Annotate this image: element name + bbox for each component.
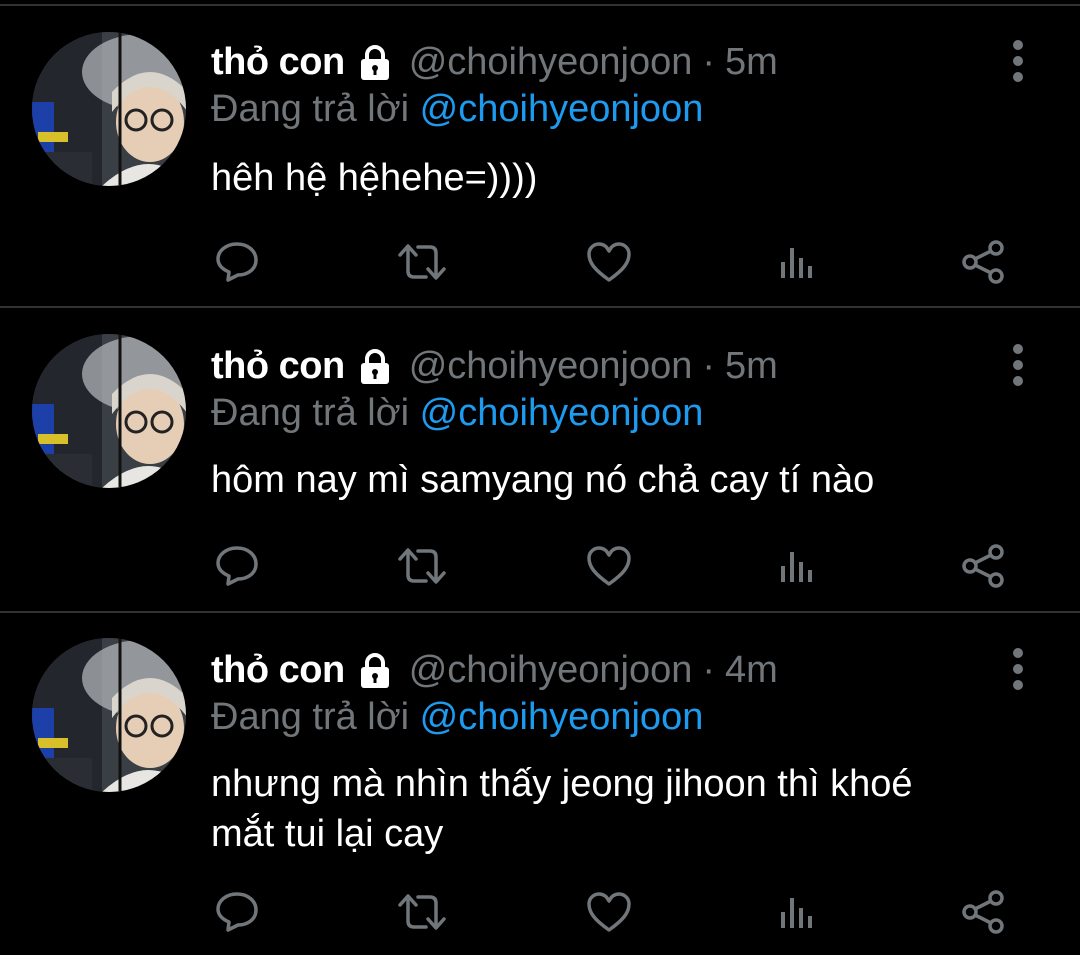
replying-prefix: Đang trả lời: [211, 392, 410, 434]
retweet-button[interactable]: [396, 236, 448, 288]
replying-to: Đang trả lời @choihyeonjoon: [211, 392, 703, 435]
separator-dot: ·: [702, 344, 716, 387]
views-button[interactable]: [771, 540, 823, 592]
more-vertical-icon[interactable]: [1004, 340, 1032, 390]
like-button[interactable]: [583, 236, 635, 288]
replying-prefix: Đang trả lời: [211, 696, 410, 738]
tweet-header: thỏ con @choihyeonjoon · 5m: [211, 36, 778, 88]
heart-icon: [587, 892, 631, 932]
lock-icon: [355, 42, 395, 82]
tweet[interactable]: thỏ con @choihyeonjoon · 5m Đang trả lời…: [0, 310, 1080, 613]
tweet-text: hêh hệ hệhehe=)))): [211, 157, 538, 199]
views-button[interactable]: [771, 886, 823, 938]
reply-icon: [216, 242, 258, 282]
top-divider: [0, 4, 1080, 6]
lock-icon: [355, 346, 395, 386]
reply-icon: [216, 546, 258, 586]
timestamp[interactable]: 4m: [725, 649, 778, 692]
separator-dot: ·: [702, 648, 716, 691]
heart-icon: [587, 242, 631, 282]
tweet-divider: [0, 611, 1080, 613]
reply-button[interactable]: [211, 236, 263, 288]
avatar[interactable]: [32, 32, 186, 186]
reply-icon: [216, 892, 258, 932]
views-button[interactable]: [771, 236, 823, 288]
heart-icon: [587, 546, 631, 586]
share-button[interactable]: [957, 886, 1009, 938]
avatar[interactable]: [32, 334, 186, 488]
like-button[interactable]: [583, 540, 635, 592]
share-icon: [962, 890, 1004, 934]
display-name[interactable]: thỏ con: [211, 649, 345, 692]
retweet-icon: [398, 548, 446, 584]
tweet-text: hôm nay mì samyang nó chả cay tí nào: [211, 459, 875, 501]
replying-mention[interactable]: @choihyeonjoon: [420, 696, 704, 738]
tweet[interactable]: thỏ con @choihyeonjoon · 5m Đang trả lời…: [0, 8, 1080, 308]
tweet-header: thỏ con @choihyeonjoon · 5m: [211, 340, 778, 392]
share-button[interactable]: [957, 236, 1009, 288]
reply-button[interactable]: [211, 540, 263, 592]
share-icon: [962, 544, 1004, 588]
handle[interactable]: @choihyeonjoon: [409, 41, 693, 84]
more-vertical-icon[interactable]: [1004, 644, 1032, 694]
views-icon: [781, 552, 812, 582]
reply-button[interactable]: [211, 886, 263, 938]
timestamp[interactable]: 5m: [725, 345, 778, 388]
share-button[interactable]: [957, 540, 1009, 592]
more-vertical-icon[interactable]: [1004, 36, 1032, 86]
tweet-divider: [0, 306, 1080, 308]
retweet-icon: [398, 894, 446, 930]
display-name[interactable]: thỏ con: [211, 41, 345, 84]
views-icon: [781, 248, 812, 278]
views-icon: [781, 898, 812, 928]
tweet-actions: [211, 540, 1011, 592]
like-button[interactable]: [583, 886, 635, 938]
separator-dot: ·: [702, 40, 716, 83]
tweet-actions: [211, 886, 1011, 938]
handle[interactable]: @choihyeonjoon: [409, 649, 693, 692]
timestamp[interactable]: 5m: [725, 41, 778, 84]
tweet[interactable]: thỏ con @choihyeonjoon · 4m Đang trả lời…: [0, 614, 1080, 955]
replying-to: Đang trả lời @choihyeonjoon: [211, 88, 703, 131]
retweet-button[interactable]: [396, 886, 448, 938]
share-icon: [962, 240, 1004, 284]
tweet-header: thỏ con @choihyeonjoon · 4m: [211, 644, 778, 696]
replying-prefix: Đang trả lời: [211, 88, 410, 130]
retweet-icon: [398, 244, 446, 280]
replying-mention[interactable]: @choihyeonjoon: [420, 88, 704, 130]
replying-mention[interactable]: @choihyeonjoon: [420, 392, 704, 434]
avatar[interactable]: [32, 638, 186, 792]
lock-icon: [355, 650, 395, 690]
tweet-text: nhưng mà nhìn thấy jeong jihoon thì khoé…: [211, 763, 913, 855]
retweet-button[interactable]: [396, 540, 448, 592]
display-name[interactable]: thỏ con: [211, 345, 345, 388]
tweet-actions: [211, 236, 1011, 288]
handle[interactable]: @choihyeonjoon: [409, 345, 693, 388]
replying-to: Đang trả lời @choihyeonjoon: [211, 696, 703, 739]
